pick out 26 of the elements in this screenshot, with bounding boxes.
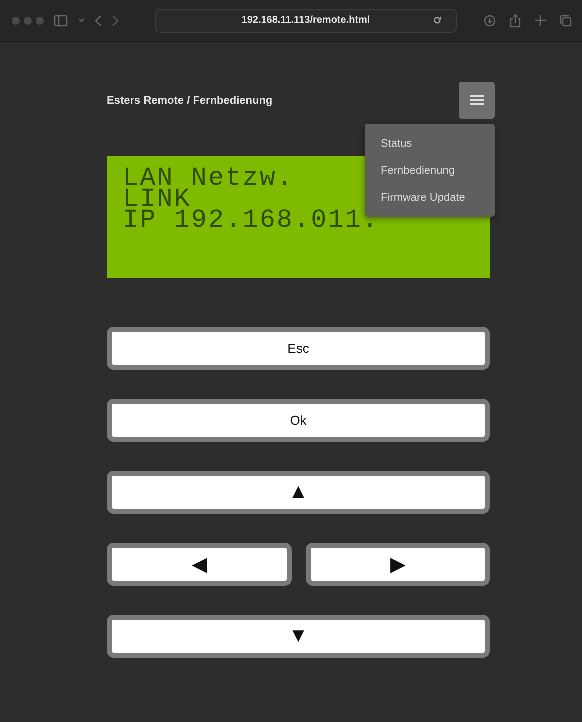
- display-line: LAN Netzw.: [123, 168, 294, 189]
- download-icon[interactable]: [484, 14, 496, 26]
- arrow-button[interactable]: ▶: [306, 543, 490, 586]
- address-field[interactable]: 192.168.11.113/remote.html: [155, 8, 457, 32]
- window-controls[interactable]: [12, 16, 44, 24]
- tabs-icon[interactable]: [560, 14, 572, 26]
- menu-item[interactable]: Firmware Update: [365, 184, 495, 211]
- menu-button[interactable]: [459, 82, 495, 119]
- menu-item[interactable]: Fernbedienung: [365, 157, 495, 184]
- reload-icon[interactable]: [433, 16, 442, 24]
- remote-button[interactable]: Ok: [107, 399, 490, 442]
- remote-button[interactable]: Esc: [107, 327, 490, 370]
- arrow-button[interactable]: ▼: [107, 615, 490, 658]
- arrow-button[interactable]: ◀: [107, 543, 292, 586]
- forward-icon[interactable]: [112, 14, 119, 26]
- plus-icon[interactable]: [535, 15, 546, 26]
- display-line: LINK: [123, 189, 192, 210]
- chevron-down-icon[interactable]: [78, 18, 85, 23]
- menu-item[interactable]: Status: [365, 130, 495, 157]
- back-icon[interactable]: [95, 14, 102, 26]
- share-icon[interactable]: [510, 14, 521, 28]
- menu-icon: [470, 95, 484, 106]
- display-line: IP 192.168.011.: [123, 210, 380, 231]
- sidebar-icon[interactable]: [54, 14, 68, 26]
- arrow-button[interactable]: ▲: [107, 471, 490, 514]
- page-title: Esters Remote / Fernbedienung: [107, 94, 273, 106]
